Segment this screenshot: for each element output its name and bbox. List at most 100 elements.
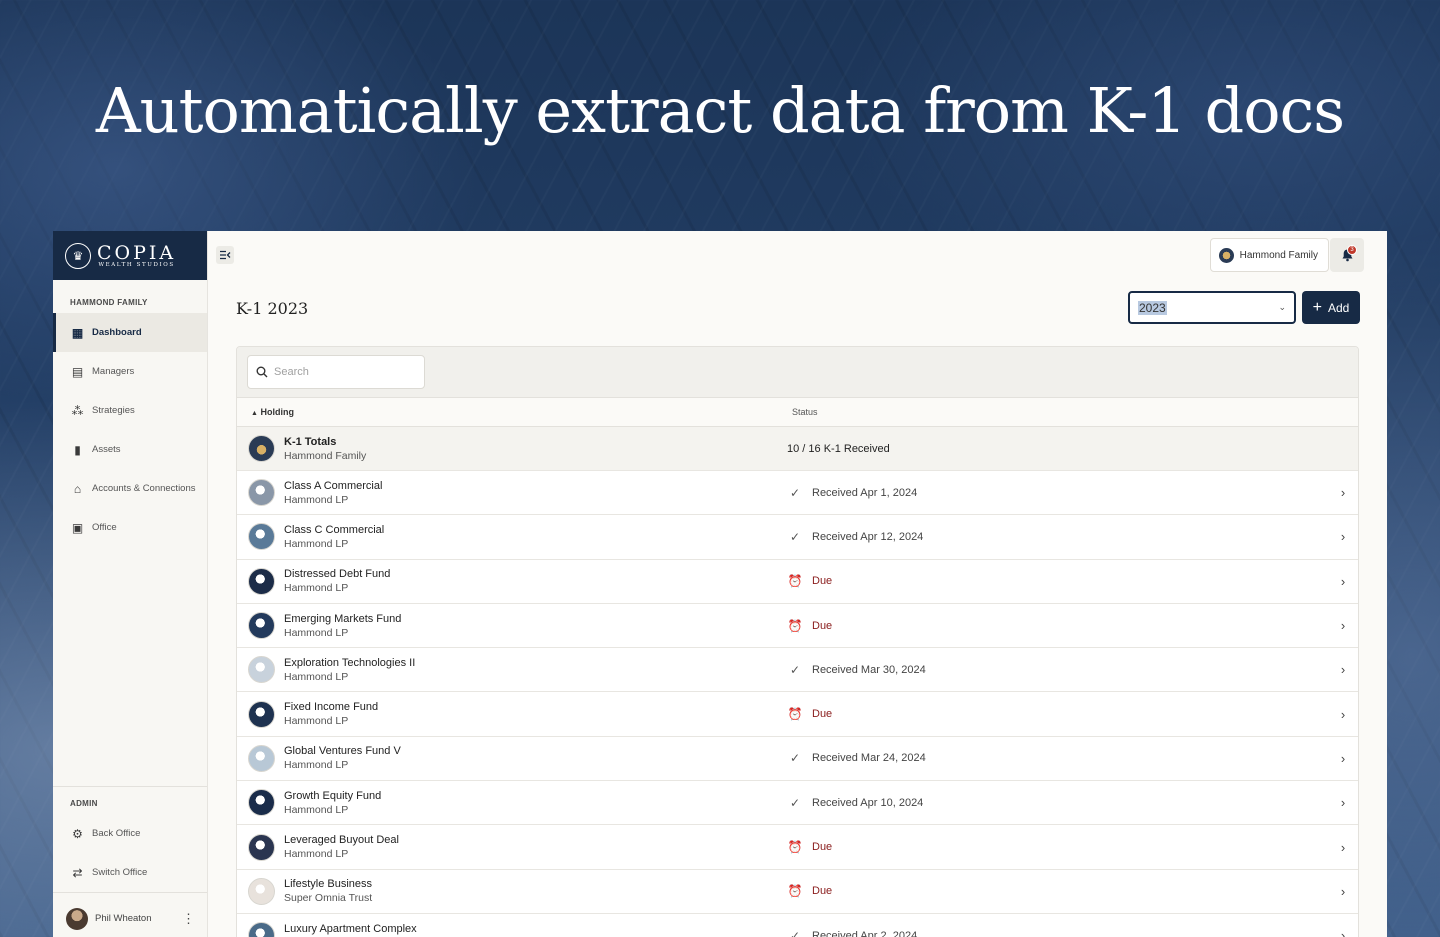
- more-options-icon[interactable]: ⋮: [182, 911, 195, 927]
- table-row[interactable]: Class A Commercial Hammond LP ✓ Received Ap…: [237, 471, 1358, 516]
- totals-sub: Hammond Family: [284, 449, 367, 462]
- checkmark-icon: ✓: [789, 795, 801, 810]
- user-menu[interactable]: Phil Wheaton ⋮: [53, 892, 207, 937]
- holding-name: Class A Commercial: [284, 479, 383, 492]
- column-holding[interactable]: ▲ Holding: [237, 407, 790, 417]
- search-placeholder: Search: [274, 366, 309, 378]
- admin-item-switch-office[interactable]: ⇄ Switch Office: [53, 853, 207, 892]
- add-button-label: Add: [1327, 300, 1350, 315]
- sidebar-item-strategies[interactable]: ⁂ Strategies: [53, 391, 207, 430]
- table-row[interactable]: Lifestyle Business Super Omnia Trust ⏰ Due ›: [237, 869, 1358, 914]
- sidebar-item-managers[interactable]: ▤ Managers: [53, 352, 207, 391]
- alarm-clock-icon: ⏰: [787, 840, 803, 855]
- alarm-clock-icon: ⏰: [787, 707, 803, 722]
- notification-badge: 3: [1347, 245, 1357, 255]
- sidebar-item-dashboard[interactable]: ▦ Dashboard: [53, 313, 207, 352]
- chevron-right-icon[interactable]: ›: [1328, 485, 1358, 500]
- family-switcher[interactable]: Hammond Family: [1209, 238, 1329, 272]
- search-icon: [256, 366, 268, 378]
- chevron-right-icon[interactable]: ›: [1328, 662, 1358, 677]
- table-row[interactable]: Distressed Debt Fund Hammond LP ⏰ Due ›: [237, 559, 1358, 604]
- sidebar: ♛ COPIA WEALTH STUDIOS HAMMOND FAMILY ▦ D…: [53, 231, 208, 937]
- checkmark-icon: ✓: [789, 529, 801, 544]
- table-row[interactable]: Luxury Apartment ComplexHammond LP✓Recei…: [237, 913, 1358, 937]
- table-header: ▲ Holding Status: [237, 398, 1358, 427]
- holding-name: Fixed Income Fund: [284, 701, 379, 714]
- table-row[interactable]: Class C Commercial Hammond LP ✓ Received Ap…: [237, 515, 1358, 560]
- admin-item-back-office[interactable]: ⚙ Back Office: [53, 814, 207, 853]
- table-row[interactable]: Leveraged Buyout Deal Hammond LP ⏰ Due ›: [237, 825, 1358, 870]
- alarm-clock-icon: ⏰: [787, 574, 803, 589]
- page-title: K-1 2023: [236, 299, 309, 318]
- status-cell: ✓ Received Apr 10, 2024: [787, 796, 1328, 810]
- table-row[interactable]: Global Ventures Fund V Hammond LP ✓ Receive…: [237, 736, 1358, 782]
- holding-entity: Hammond LP: [284, 582, 349, 595]
- status-text: Received Mar 30, 2024: [812, 663, 926, 676]
- table-toolbar: Search: [237, 347, 1358, 398]
- chevron-right-icon[interactable]: ›: [1328, 574, 1358, 589]
- family-name: Hammond Family: [1239, 249, 1318, 261]
- chevron-right-icon[interactable]: ›: [1328, 751, 1358, 766]
- holding-logo-icon: [248, 877, 275, 905]
- holding-entity: Hammond LP: [284, 537, 349, 550]
- collapse-sidebar-button[interactable]: [216, 246, 234, 264]
- status-text: Received Apr 1, 2024: [812, 486, 918, 499]
- holding-name: Global Ventures Fund V: [284, 745, 401, 758]
- nav-item-label: Switch Office: [92, 867, 148, 878]
- brand-logo[interactable]: ♛ COPIA WEALTH STUDIOS: [53, 231, 207, 280]
- headline: Automatically extract data from K-1 docs: [95, 74, 1345, 147]
- app-window: ♛ COPIA WEALTH STUDIOS HAMMOND FAMILY ▦ D…: [53, 231, 1387, 937]
- holding-logo-icon: [248, 567, 275, 595]
- status-cell: ✓ Received Apr 2, 2024: [787, 929, 1328, 937]
- brand-subtitle: WEALTH STUDIOS: [98, 261, 175, 268]
- column-status[interactable]: Status: [790, 407, 818, 417]
- year-select[interactable]: 2023 ⌄: [1128, 291, 1296, 324]
- chevron-down-icon: ⌄: [1278, 302, 1286, 312]
- holding-entity: Hammond LP: [284, 493, 349, 506]
- holding-entity: Hammond LP: [284, 759, 349, 772]
- chevron-right-icon[interactable]: ›: [1328, 795, 1358, 810]
- holding-logo-icon: [248, 833, 275, 861]
- chevron-right-icon[interactable]: ›: [1328, 928, 1358, 937]
- holding-entity: Hammond LP: [284, 803, 349, 816]
- table-row[interactable]: Fixed Income Fund Hammond LP ⏰ Due ›: [237, 692, 1358, 737]
- table-row[interactable]: Growth Equity Fund Hammond LP ✓ Received Ap…: [237, 781, 1358, 826]
- chevron-right-icon[interactable]: ›: [1328, 707, 1358, 722]
- holding-entity: Hammond LP: [284, 715, 349, 728]
- sidebar-item-office[interactable]: ▣ Office: [53, 508, 207, 547]
- copia-emblem-icon: ♛: [65, 242, 91, 269]
- status-cell: ⏰ Due: [787, 840, 1328, 854]
- table-row[interactable]: Exploration Technologies II Hammond LP ✓ Re…: [237, 648, 1358, 693]
- admin-section: ADMIN ⚙ Back Office ⇄ Switch Office: [53, 786, 207, 892]
- add-button[interactable]: + Add: [1302, 291, 1360, 324]
- status-text: Received Apr 12, 2024: [812, 530, 924, 543]
- checkmark-icon: ✓: [789, 662, 801, 677]
- user-name: Phil Wheaton: [95, 913, 152, 924]
- briefcase-icon: ▣: [71, 520, 84, 535]
- chevron-right-icon[interactable]: ›: [1328, 884, 1358, 899]
- totals-status: 10 / 16 K-1 Received: [787, 442, 890, 455]
- admin-section-label: ADMIN: [70, 799, 98, 808]
- holding-logo-icon: [248, 744, 275, 772]
- main-content: Hammond Family 3 K-1 2023 2023 ⌄ + Add S…: [208, 231, 1387, 937]
- chevron-right-icon[interactable]: ›: [1328, 618, 1358, 633]
- notifications-button[interactable]: 3: [1330, 238, 1364, 272]
- status-text: Due: [812, 619, 833, 632]
- holding-logo-icon: [248, 922, 275, 937]
- search-input[interactable]: Search: [247, 355, 425, 389]
- nav-item-label: Accounts & Connections: [92, 483, 196, 494]
- status-cell: ⏰ Due: [787, 707, 1328, 721]
- sidebar-item-accounts-connections[interactable]: ⌂ Accounts & Connections: [53, 469, 207, 508]
- sidebar-item-assets[interactable]: ▮ Assets: [53, 430, 207, 469]
- family-logo-icon: [248, 435, 275, 462]
- status-text: Due: [812, 708, 833, 721]
- holding-entity: Hammond LP: [284, 670, 349, 683]
- year-select-value: 2023: [1138, 300, 1167, 315]
- checkmark-icon: ✓: [789, 485, 801, 500]
- table-row[interactable]: Emerging Markets Fund Hammond LP ⏰ Due ›: [237, 603, 1358, 649]
- chevron-right-icon[interactable]: ›: [1328, 840, 1358, 855]
- status-text: Received Apr 10, 2024: [812, 796, 924, 809]
- bank-icon: ⌂: [73, 481, 82, 496]
- chevron-right-icon[interactable]: ›: [1328, 529, 1358, 544]
- holding-name: Leveraged Buyout Deal: [284, 834, 399, 847]
